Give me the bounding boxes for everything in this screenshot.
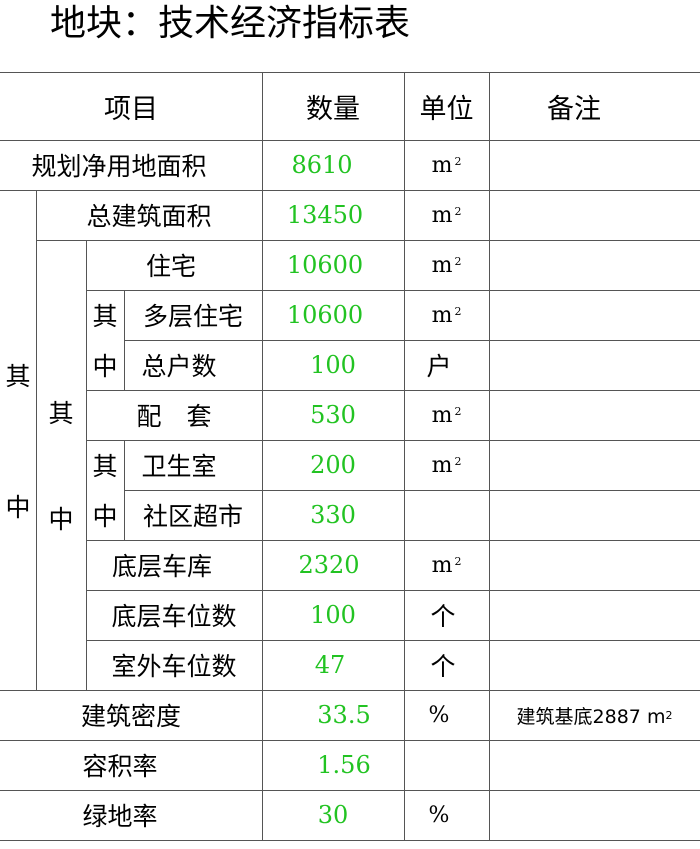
value-facilities: 530 (310, 401, 356, 429)
value-residential: 10600 (286, 251, 364, 279)
label-facilities: 配 套 (136, 402, 212, 431)
label-ground-parking: 底层车位数 (111, 602, 237, 631)
value-planned-area: 8610 (291, 151, 353, 179)
header-quantity: 数量 (306, 93, 360, 125)
label-supermarket: 社区超市 (142, 502, 243, 531)
header-item: 项目 (104, 93, 158, 125)
unit-facilities: m2 (431, 402, 462, 428)
unit-clinic: m2 (431, 452, 462, 478)
unit-planned-area: m2 (431, 152, 462, 178)
unit-building-density: % (428, 702, 450, 728)
unit-multistory-residential: m2 (431, 302, 462, 328)
facilities-qizhong: 其 中 (92, 452, 118, 531)
label-far: 容积率 (82, 752, 158, 781)
value-multistory-residential: 10600 (286, 301, 364, 329)
label-building-density: 建筑密度 (80, 702, 181, 731)
value-ground-parking: 100 (310, 601, 356, 629)
unit-green-rate: % (428, 802, 450, 828)
value-outdoor-parking: 47 (314, 651, 346, 679)
value-far: 1.56 (317, 751, 371, 779)
label-multistory-residential: 多层住宅 (142, 302, 243, 331)
label-outdoor-parking: 室外车位数 (111, 652, 237, 681)
label-total-floor-area: 总建筑面积 (86, 202, 212, 231)
note-building-density: 建筑基底2887 m2 (516, 705, 673, 728)
unit-total-floor-area: m2 (431, 202, 462, 228)
label-households: 总户数 (141, 352, 217, 381)
unit-households: 户 (426, 352, 452, 381)
header-note: 备注 (547, 93, 601, 125)
outer-qizhong: 其 中 (5, 361, 31, 522)
header-unit: 单位 (419, 93, 474, 125)
label-ground-garage: 底层车库 (111, 552, 212, 581)
value-households: 100 (310, 351, 356, 379)
inner-qizhong: 其 中 (48, 399, 74, 534)
page-title: 地块：技术经济指标表 (50, 3, 411, 44)
residential-qizhong: 其 中 (92, 302, 118, 381)
value-ground-garage: 2320 (298, 551, 360, 579)
label-clinic: 卫生室 (141, 452, 217, 481)
unit-ground-parking: 个 (430, 602, 456, 631)
value-building-density: 33.5 (317, 701, 371, 729)
value-total-floor-area: 13450 (286, 201, 364, 229)
value-clinic: 200 (310, 451, 356, 479)
value-green-rate: 30 (317, 801, 349, 829)
unit-outdoor-parking: 个 (430, 652, 456, 681)
label-green-rate: 绿地率 (82, 802, 158, 831)
unit-residential: m2 (431, 252, 462, 278)
label-planned-area: 规划净用地面积 (31, 152, 207, 181)
value-supermarket: 330 (310, 501, 356, 529)
unit-ground-garage: m2 (431, 552, 462, 578)
label-residential: 住宅 (145, 252, 196, 281)
